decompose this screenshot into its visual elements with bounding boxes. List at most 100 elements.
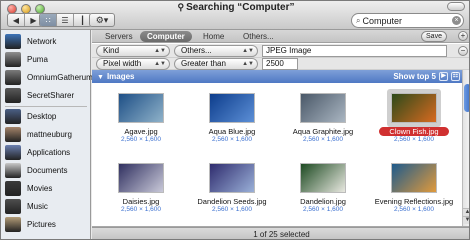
sidebar-item-label: Applications (27, 147, 71, 157)
scope-home[interactable]: Home (196, 31, 231, 42)
group-title: Images (106, 72, 135, 81)
group-header-images[interactable]: ▼ Images Show top 5 ▶ ☷ (92, 70, 462, 83)
attribute-popup[interactable]: Kind ▲▼ (96, 45, 170, 57)
criterion-row: Kind ▲▼ Others... ▲▼ JPEG Image − (92, 44, 469, 58)
sidebar-item-secretsharer[interactable]: SecretSharer (5, 87, 74, 103)
toolbar-toggle-button[interactable] (447, 2, 465, 11)
show-top-link[interactable]: Show top 5 (393, 70, 436, 83)
scrollbar-thumb[interactable] (464, 84, 469, 112)
search-scope-bar: Servers Computer Home Others... Save + (92, 30, 469, 43)
operator-popup[interactable]: Others... ▲▼ (174, 45, 258, 57)
image-thumbnail[interactable] (300, 163, 346, 193)
search-input[interactable]: Computer (362, 16, 452, 26)
file-item[interactable]: Dandelion Seeds.jpg 2,560 × 1,600 (187, 157, 277, 223)
sidebar-item-applications[interactable]: Applications (5, 144, 70, 160)
sidebar-item-label: OmniumGatherum (27, 72, 93, 82)
sidebar-item-label: Puma (27, 54, 48, 64)
file-item[interactable]: Aqua Blue.jpg 2,560 × 1,600 (187, 87, 277, 153)
search-field[interactable]: ⌕ Computer × (351, 13, 464, 28)
operator-value: Others... (181, 46, 212, 55)
image-thumbnail[interactable] (391, 163, 437, 193)
finder-window: ⚲ Searching “Computer” ◀ ▶ ∷ ☰ ┃ ⚙▾ ⌕ Com… (0, 0, 470, 240)
image-thumbnail[interactable] (391, 93, 437, 123)
popup-arrows-icon: ▲▼ (154, 61, 166, 67)
criterion-value-field[interactable]: JPEG Image (262, 45, 447, 57)
file-item[interactable]: Aqua Graphite.jpg 2,560 × 1,600 (278, 87, 368, 153)
sidebar: Network Puma OmniumGatherum SecretSharer… (1, 30, 93, 239)
save-search-button[interactable]: Save (421, 31, 447, 42)
back-icon[interactable]: ◀ (8, 14, 25, 26)
pictures-icon (5, 216, 21, 232)
list-view-icon[interactable]: ☰ (57, 14, 74, 26)
sidebar-item-mattneuburg[interactable]: mattneuburg (5, 126, 72, 142)
search-icon: ⌕ (356, 15, 361, 25)
scroll-up-arrow-icon[interactable]: ▲ (463, 208, 469, 216)
sidebar-item-music[interactable]: Music (5, 198, 48, 214)
view-mode-group: ∷ ☰ ┃ (39, 13, 92, 27)
window-title-text: Searching “Computer” (186, 2, 295, 13)
attribute-popup[interactable]: Pixel width ▲▼ (96, 58, 170, 70)
attribute-value: Kind (103, 46, 120, 55)
operator-popup[interactable]: Greater than ▲▼ (174, 58, 258, 70)
remove-criterion-button[interactable]: − (458, 46, 468, 56)
file-item[interactable]: Daisies.jpg 2,560 × 1,600 (96, 157, 186, 223)
file-dimensions: 2,560 × 1,600 (121, 206, 161, 213)
image-thumbnail[interactable] (209, 93, 255, 123)
scope-servers[interactable]: Servers (98, 31, 140, 42)
scope-others[interactable]: Others... (236, 31, 281, 42)
sidebar-item-label: Pictures (27, 219, 56, 229)
image-thumbnail[interactable] (300, 93, 346, 123)
icon-view-icon[interactable]: ∷ (40, 14, 57, 26)
sidebar-item-label: Documents (27, 165, 68, 175)
grid-view-icon[interactable]: ☷ (451, 72, 460, 81)
file-item[interactable]: Evening Reflections.jpg 2,560 × 1,600 (369, 157, 459, 223)
add-criterion-button[interactable]: + (458, 31, 468, 41)
file-item[interactable]: Dandelion.jpg 2,560 × 1,600 (278, 157, 368, 223)
sidebar-item-movies[interactable]: Movies (5, 180, 52, 196)
results-pane: Servers Computer Home Others... Save + K… (92, 30, 469, 239)
sidebar-item-omniumgatherum[interactable]: OmniumGatherum (5, 69, 93, 85)
attribute-value: Pixel width (103, 59, 142, 68)
scroll-down-arrow-icon[interactable]: ▼ (463, 216, 469, 224)
image-thumbnail[interactable] (209, 163, 255, 193)
sidebar-item-network[interactable]: Network (5, 33, 56, 49)
search-folder-icon: ⚲ (177, 2, 185, 12)
clear-search-icon[interactable]: × (452, 16, 461, 25)
disk-image-icon (5, 87, 21, 103)
status-bar: 1 of 25 selected (92, 227, 469, 239)
hard-drive-icon (5, 51, 21, 67)
image-thumbnail[interactable] (118, 163, 164, 193)
file-item[interactable]: Agave.jpg 2,560 × 1,600 (96, 87, 186, 153)
popup-arrows-icon: ▲▼ (154, 48, 166, 54)
hard-drive-icon (5, 69, 21, 85)
sidebar-item-puma[interactable]: Puma (5, 51, 48, 67)
sidebar-item-label: Desktop (27, 111, 57, 121)
operator-value: Greater than (181, 59, 226, 68)
sidebar-item-label: mattneuburg (27, 129, 72, 139)
file-name: Agave.jpg (124, 127, 158, 136)
sidebar-item-desktop[interactable]: Desktop (5, 108, 56, 124)
home-icon (5, 126, 21, 142)
file-name: Aqua Blue.jpg (208, 127, 256, 136)
slideshow-play-icon[interactable]: ▶ (439, 72, 448, 81)
image-thumbnail[interactable] (118, 93, 164, 123)
file-name: Dandelion.jpg (300, 197, 346, 206)
file-name: Aqua Graphite.jpg (292, 127, 354, 136)
sidebar-item-label: Music (27, 201, 48, 211)
sidebar-item-label: SecretSharer (27, 90, 75, 100)
scope-computer[interactable]: Computer (140, 31, 192, 42)
file-name: Dandelion Seeds.jpg (197, 197, 267, 206)
file-dimensions: 2,560 × 1,600 (303, 206, 343, 213)
popup-arrows-icon: ▲▼ (242, 61, 254, 67)
sidebar-item-documents[interactable]: Documents (5, 162, 67, 178)
results-grid: Agave.jpg 2,560 × 1,600 Aqua Blue.jpg 2,560… (92, 83, 462, 226)
vertical-scrollbar[interactable]: ▲ ▼ (462, 70, 469, 226)
file-item[interactable]: Clown Fish.jpg 2,560 × 1,600 (369, 87, 459, 153)
sidebar-item-pictures[interactable]: Pictures (5, 216, 56, 232)
disclosure-triangle-icon[interactable]: ▼ (97, 74, 104, 81)
window-title: ⚲ Searching “Computer” (1, 2, 469, 13)
file-name: Daisies.jpg (122, 197, 160, 206)
criterion-value-field[interactable]: 2500 (262, 58, 298, 70)
file-name: Clown Fish.jpg (379, 127, 449, 136)
action-menu-button[interactable]: ⚙▾ (89, 13, 115, 27)
